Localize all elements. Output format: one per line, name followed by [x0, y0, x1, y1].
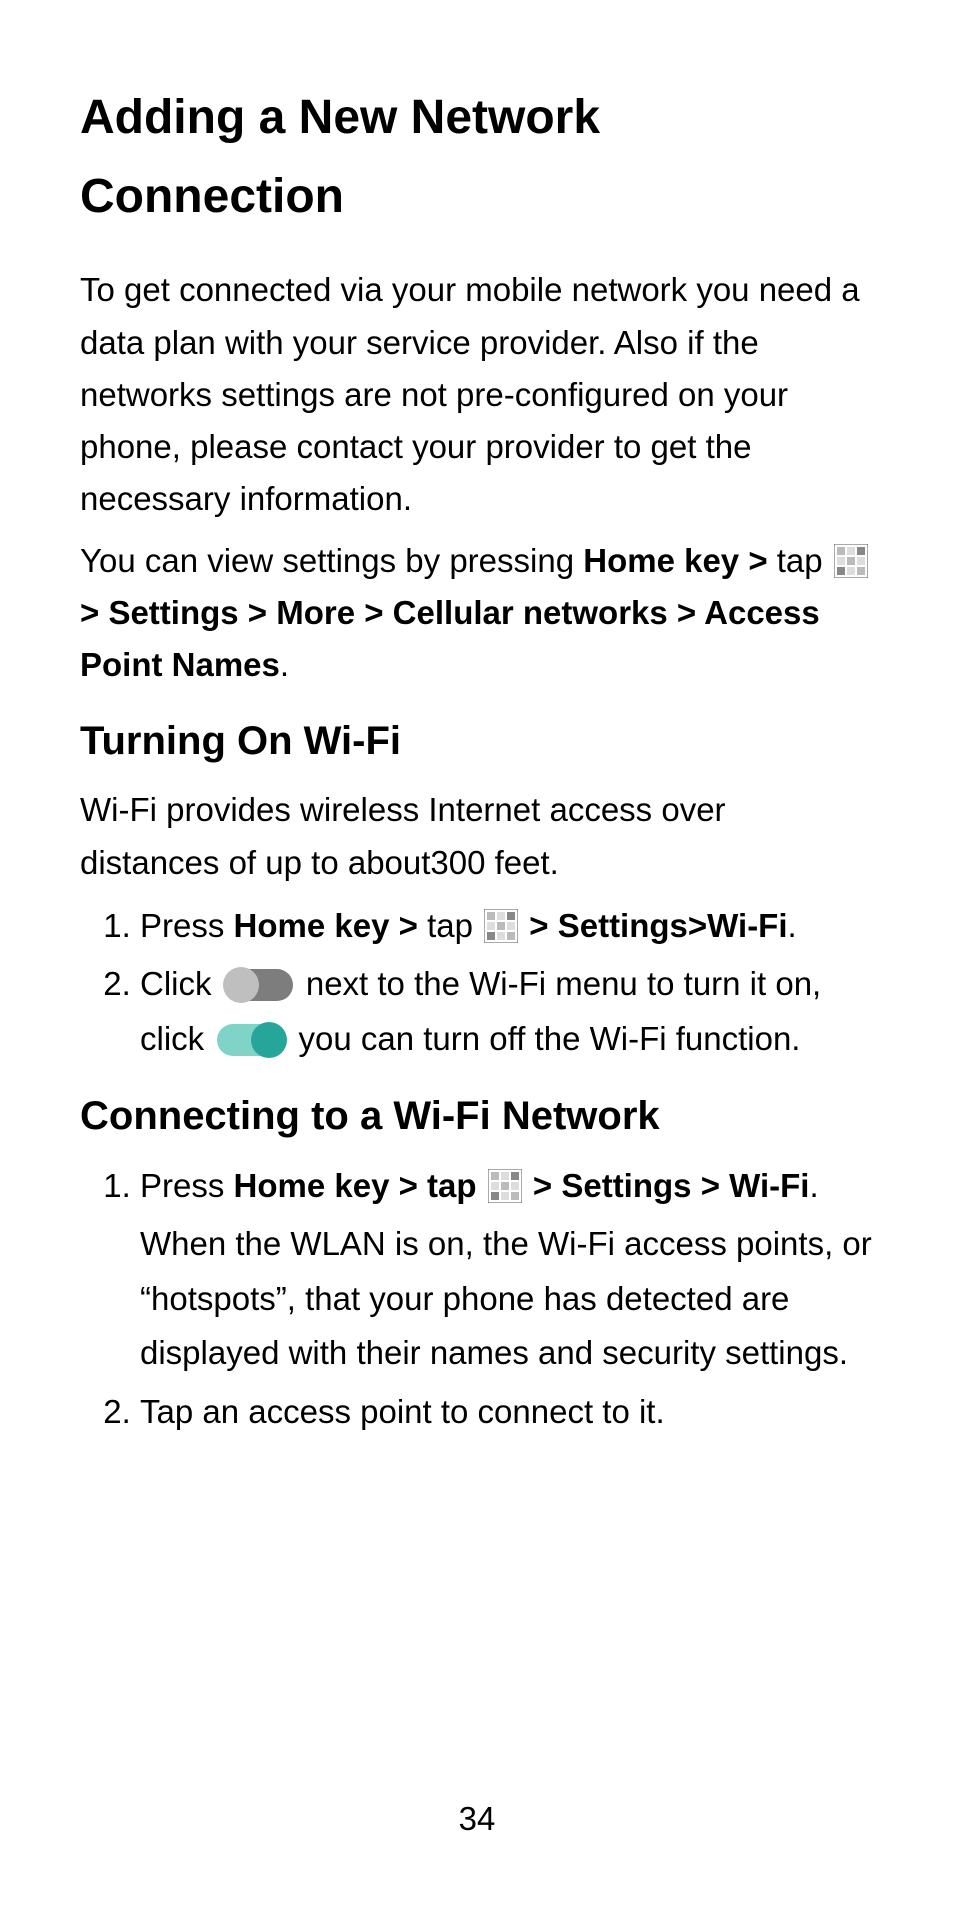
text-fragment: Click — [140, 965, 221, 1002]
step-description: When the WLAN is on, the Wi-Fi access po… — [140, 1217, 874, 1380]
wifi-on-steps: Press Home key > tap > Settings>Wi-Fi. C… — [80, 899, 874, 1066]
section-heading-wifi-on: Turning On Wi-Fi — [80, 719, 874, 764]
text-fragment: tap — [427, 907, 482, 944]
apps-icon — [484, 909, 518, 943]
text-fragment: . — [809, 1167, 818, 1204]
text-bold: Home key > — [583, 542, 777, 579]
text-fragment: You can view settings by pressing — [80, 542, 583, 579]
list-item: Press Home key > tap > Settings>Wi-Fi. — [140, 899, 874, 953]
text-fragment: tap — [777, 542, 832, 579]
list-item: Tap an access point to connect to it. — [140, 1385, 874, 1439]
text-bold: > Settings>Wi-Fi — [520, 907, 787, 944]
intro-paragraph-2: You can view settings by pressing Home k… — [80, 535, 874, 691]
text-bold: > Settings > More > Cellular networks > … — [80, 594, 820, 683]
list-item: Press Home key > tap > Settings > Wi-Fi.… — [140, 1159, 874, 1381]
text-fragment: Press — [140, 1167, 234, 1204]
text-bold: > Settings > Wi-Fi — [524, 1167, 810, 1204]
apps-icon — [834, 544, 868, 578]
document-page: Adding a New Network Connection To get c… — [0, 0, 954, 1908]
page-number: 34 — [0, 1800, 954, 1838]
text-bold: Home key > — [234, 907, 428, 944]
text-fragment: . — [280, 646, 289, 683]
toggle-on-icon — [217, 1024, 285, 1056]
text-fragment: Press — [140, 907, 234, 944]
intro-paragraph-1: To get connected via your mobile network… — [80, 264, 874, 525]
text-fragment: you can turn off the Wi-Fi function. — [289, 1020, 800, 1057]
section-heading-wifi-connect: Connecting to a Wi-Fi Network — [80, 1094, 874, 1139]
wifi-intro-paragraph: Wi-Fi provides wireless Internet access … — [80, 784, 874, 888]
text-fragment: . — [788, 907, 797, 944]
wifi-connect-steps: Press Home key > tap > Settings > Wi-Fi.… — [80, 1159, 874, 1439]
text-bold: Home key > tap — [234, 1167, 486, 1204]
toggle-off-icon — [225, 969, 293, 1001]
apps-icon — [488, 1169, 522, 1203]
list-item: Click next to the Wi-Fi menu to turn it … — [140, 957, 874, 1066]
page-title: Adding a New Network Connection — [80, 78, 874, 236]
